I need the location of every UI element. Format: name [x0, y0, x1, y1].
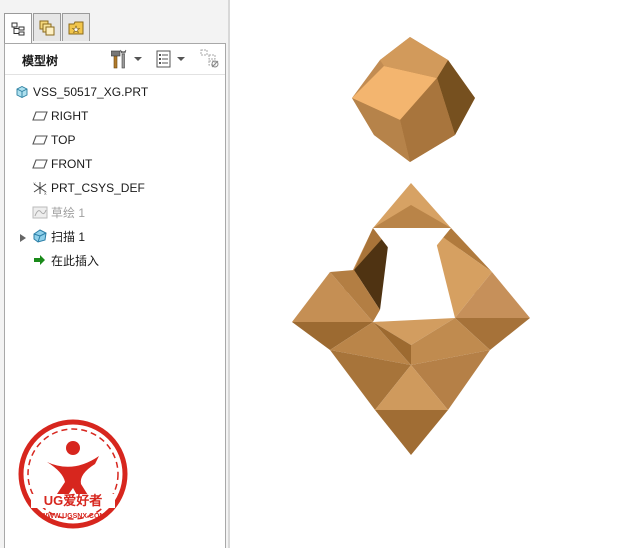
- bottom-solid: [292, 183, 530, 455]
- chevron-down-icon: [134, 57, 142, 61]
- watermark-logo: UG爱好者 WWW.UGSNX.COM: [18, 419, 128, 529]
- tree-item-label: 草绘 1: [51, 205, 86, 220]
- tree-filter-button[interactable]: [200, 48, 220, 70]
- model-tree: 模型树 VSS_50517_XG.PRT RIGHT TOP FRONT Y X…: [4, 43, 226, 548]
- list-icon: [156, 50, 171, 68]
- sketch-icon: [32, 204, 48, 220]
- tab-layers[interactable]: [33, 13, 61, 41]
- tree-item-label: FRONT: [51, 157, 93, 171]
- sweep-icon: [32, 228, 48, 244]
- tree-item-sweep[interactable]: 扫描 1: [32, 226, 85, 246]
- hammer-wrench-icon: [111, 49, 127, 69]
- tree-show-button[interactable]: [156, 48, 185, 70]
- chevron-down-icon: [177, 57, 185, 61]
- tree-item-label: 在此插入: [51, 253, 100, 268]
- graphics-viewport[interactable]: [230, 0, 628, 548]
- svg-text:Y: Y: [33, 181, 36, 186]
- tree-item-top[interactable]: TOP: [32, 130, 75, 150]
- svg-text:X: X: [44, 191, 47, 196]
- tree-toolbar: 模型树: [5, 44, 225, 75]
- tree-root-item[interactable]: VSS_50517_XG.PRT: [14, 82, 148, 102]
- datum-plane-icon: [32, 108, 48, 124]
- top-solid: [352, 37, 475, 162]
- tab-model-tree[interactable]: [4, 13, 32, 43]
- navigator-tabs: [2, 13, 226, 43]
- tree-item-right[interactable]: RIGHT: [32, 106, 88, 126]
- tab-favorites[interactable]: [62, 13, 90, 41]
- tree-item-insert-here[interactable]: 在此插入: [32, 250, 99, 270]
- model-3d-view: [292, 37, 530, 455]
- expand-toggle-icon[interactable]: [20, 234, 26, 242]
- tree-item-label: TOP: [51, 133, 76, 147]
- tree-root-label: VSS_50517_XG.PRT: [33, 85, 149, 99]
- insert-here-arrow-icon: [32, 252, 48, 268]
- datum-plane-icon: [32, 132, 48, 148]
- filter-icon: [200, 49, 219, 68]
- tree-item-label: PRT_CSYS_DEF: [51, 181, 145, 195]
- tree-item-sketch[interactable]: 草绘 1: [32, 202, 85, 222]
- watermark-url: WWW.UGSNX.COM: [41, 513, 106, 520]
- tree-item-label: RIGHT: [51, 109, 89, 123]
- coordinate-system-icon: YX: [32, 180, 48, 196]
- datum-plane-icon: [32, 156, 48, 172]
- tree-item-csys[interactable]: YX PRT_CSYS_DEF: [32, 178, 145, 198]
- watermark-brand: UG爱好者: [44, 493, 103, 508]
- part-icon: [14, 84, 30, 100]
- model-tree-panel: 模型树 VSS_50517_XG.PRT RIGHT TOP FRONT Y X…: [0, 0, 228, 548]
- tree-item-front[interactable]: FRONT: [32, 154, 92, 174]
- favorites-icon: [68, 21, 84, 34]
- model-tree-icon: [11, 22, 25, 35]
- layers-icon: [39, 20, 55, 35]
- tree-settings-button[interactable]: [111, 48, 142, 70]
- tree-title: 模型树: [22, 54, 59, 68]
- tree-item-label: 扫描 1: [51, 229, 86, 244]
